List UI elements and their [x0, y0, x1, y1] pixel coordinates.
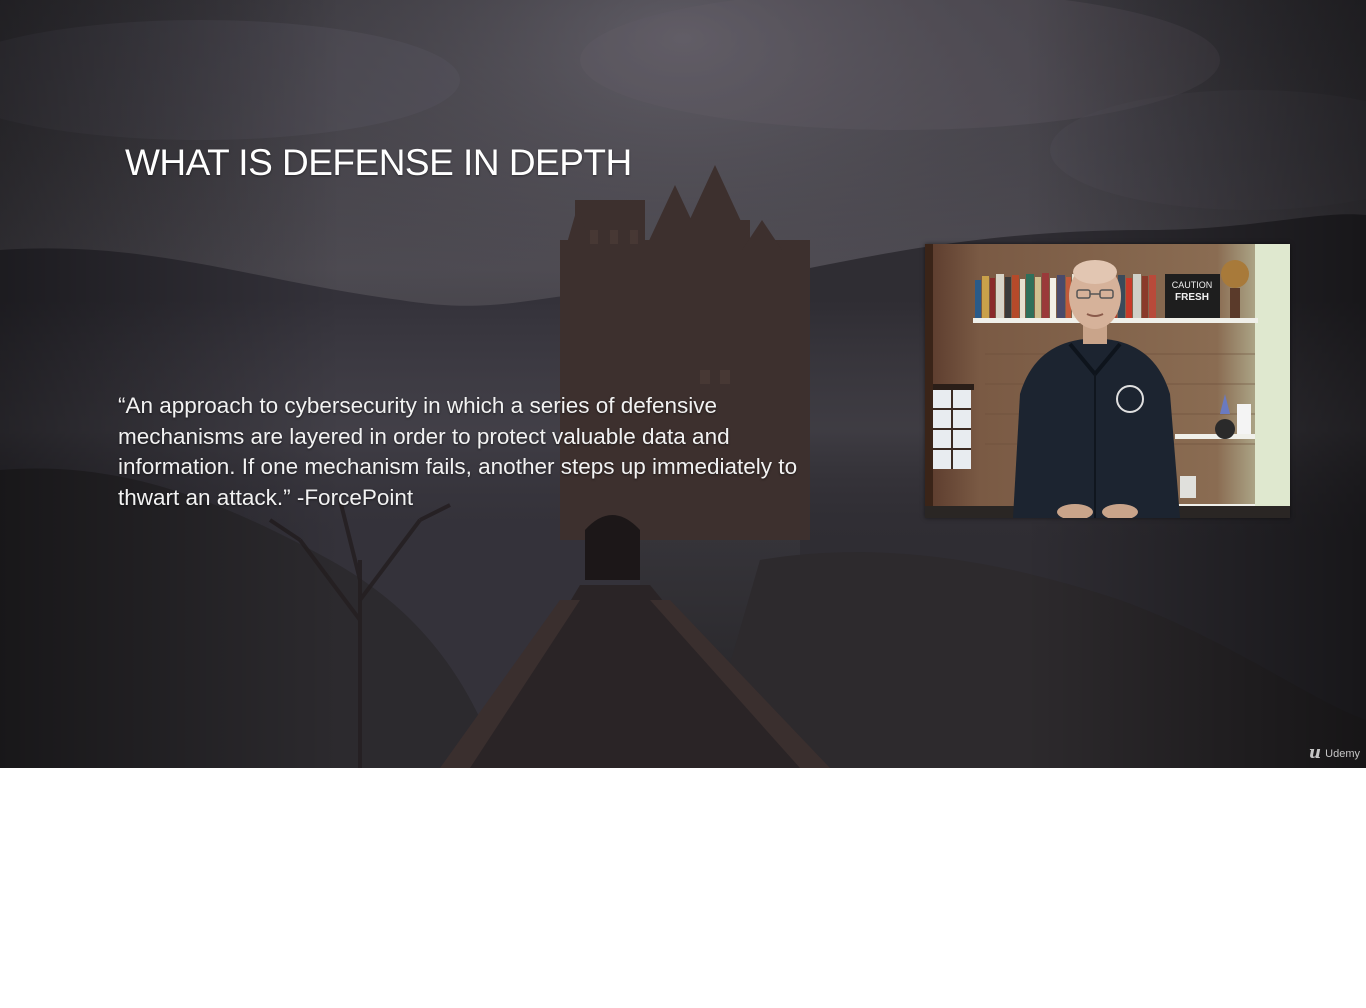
udemy-logo-icon: u [1308, 743, 1322, 763]
sign-text-fresh: FRESH [1175, 292, 1209, 303]
slide-quote: “An approach to cybersecurity in which a… [118, 393, 798, 510]
presenter-video-image: CAUTION FRESH [925, 244, 1290, 518]
udemy-watermark: u Udemy [1309, 745, 1360, 762]
video-player[interactable]: WHAT IS DEFENSE IN DEPTH “An approach to… [0, 0, 1366, 768]
sign-text-caution: CAUTION [1172, 280, 1213, 290]
udemy-watermark-text: Udemy [1325, 747, 1360, 760]
slide-title: WHAT IS DEFENSE IN DEPTH [125, 142, 632, 183]
presenter-webcam-overlay: CAUTION FRESH [925, 244, 1290, 518]
page-blank-area [0, 768, 1366, 1008]
